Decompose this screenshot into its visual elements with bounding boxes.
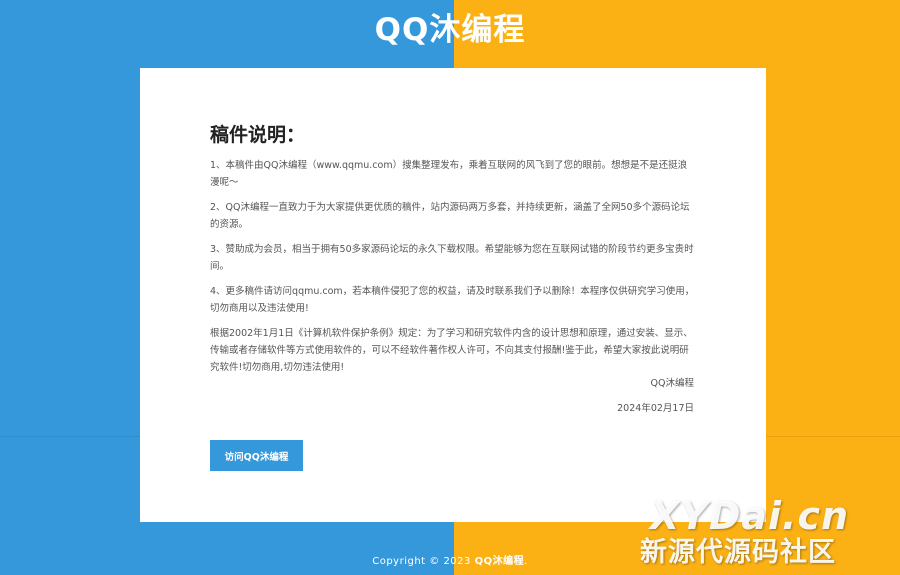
paragraph-4: 4、更多稿件请访问qqmu.com，若本稿件侵犯了您的权益，请及时联系我们予以删… (210, 286, 695, 314)
legal-paragraph: 根据2002年1月1日《计算机软件保护条例》规定：为了学习和研究软件内含的设计思… (210, 328, 693, 373)
signature-name: QQ沐编程 (650, 378, 694, 389)
signature-date: 2024年02月17日 (617, 403, 694, 414)
site-title: QQ沐编程 (374, 12, 526, 48)
watermark-logo: XYDai.cn 新源代源码社区 (640, 496, 880, 570)
content-card: 稿件说明： 1、本稿件由QQ沐编程（www.qqmu.com）搜集整理发布，乘着… (140, 68, 766, 522)
paragraph-1: 1、本稿件由QQ沐编程（www.qqmu.com）搜集整理发布，乘着互联网的风飞… (210, 160, 688, 188)
visit-site-button[interactable]: 访问QQ沐编程 (210, 440, 303, 471)
paragraph-2: 2、QQ沐编程一直致力于为大家提供更优质的稿件，站内源码两万多套，并持续更新，涵… (210, 202, 690, 230)
paragraph-3: 3、赞助成为会员，相当于拥有50多家源码论坛的永久下载权限。希望能够为您在互联网… (210, 244, 694, 272)
watermark-tagline: 新源代源码社区 (640, 537, 836, 568)
footer-brand-link[interactable]: QQ沐编程 (475, 556, 525, 567)
footer-prefix: Copyright © 2023 (372, 556, 475, 567)
watermark-domain: XYDai.cn (650, 494, 850, 538)
card-body: 稿件说明： 1、本稿件由QQ沐编程（www.qqmu.com）搜集整理发布，乘着… (210, 120, 696, 384)
card-heading: 稿件说明： (210, 124, 306, 146)
footer-suffix: . (524, 556, 528, 567)
